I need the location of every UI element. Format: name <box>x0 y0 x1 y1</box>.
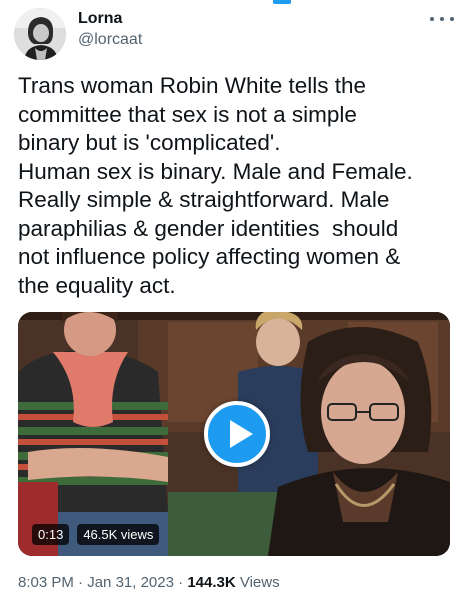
display-name[interactable]: Lorna <box>78 10 122 28</box>
video-player[interactable]: 0:13 46.5K views <box>18 312 450 556</box>
video-views-badge: 46.5K views <box>77 524 160 545</box>
tweet-time[interactable]: 8:03 PM <box>18 574 74 591</box>
view-count: 144.3K <box>187 574 236 591</box>
more-options-button[interactable] <box>430 12 454 26</box>
profile-photo-icon <box>14 8 66 60</box>
play-icon <box>230 420 253 448</box>
meta-separator: · <box>173 574 188 591</box>
views-label: Views <box>235 574 280 591</box>
user-handle[interactable]: @lorcaat <box>78 31 142 49</box>
meta-separator: · <box>73 574 88 591</box>
video-badges: 0:13 46.5K views <box>32 524 160 545</box>
more-dots-icon <box>450 17 454 21</box>
tweet-date[interactable]: Jan 31, 2023 <box>87 574 174 591</box>
tweet-header: Lorna @lorcaat <box>0 0 468 62</box>
play-button[interactable] <box>204 401 270 467</box>
more-dots-icon <box>440 17 444 21</box>
more-dots-icon <box>430 17 434 21</box>
avatar[interactable] <box>14 8 66 60</box>
tweet-text: Trans woman Robin White tells the commit… <box>18 73 413 298</box>
video-duration-badge: 0:13 <box>32 524 70 545</box>
tweet-meta: 8:03 PM · Jan 31, 2023 · 144.3K Views <box>18 574 280 591</box>
